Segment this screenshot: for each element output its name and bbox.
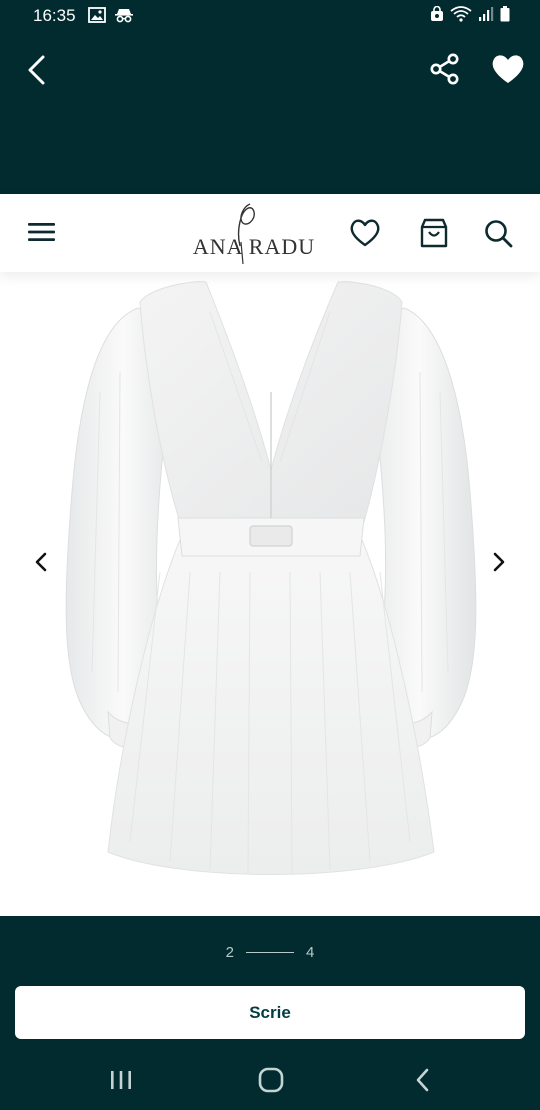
product-image — [65, 281, 477, 875]
status-left-icons — [88, 7, 134, 23]
back-button[interactable] — [20, 52, 56, 88]
pager-current: 2 — [225, 943, 234, 961]
system-nav-bar — [0, 1050, 540, 1110]
chevron-right-icon — [493, 552, 505, 572]
belt-buckle — [249, 525, 293, 547]
heart-outline-icon — [350, 219, 380, 247]
status-bar: 16:35 — [0, 0, 540, 34]
write-button[interactable]: Scrie — [15, 986, 525, 1039]
recent-apps-icon — [111, 1071, 131, 1089]
product-gallery[interactable] — [0, 272, 540, 916]
home-icon — [258, 1067, 284, 1093]
menu-icon — [28, 223, 55, 241]
chevron-left-icon — [35, 552, 47, 572]
pager-line — [246, 951, 294, 953]
home-button[interactable] — [256, 1066, 286, 1094]
share-icon — [430, 53, 459, 85]
site-header: ANA RADU — [0, 194, 540, 272]
logo-text: ANA RADU — [192, 234, 316, 259]
back-icon — [28, 55, 45, 85]
alarm-lock-icon — [431, 6, 443, 21]
wishlist-button[interactable] — [348, 216, 382, 250]
pager-total: 4 — [306, 943, 315, 961]
incognito-icon — [115, 9, 133, 23]
menu-button[interactable] — [28, 220, 56, 244]
heart-filled-icon — [492, 55, 524, 83]
recent-apps-button[interactable] — [106, 1066, 136, 1094]
nav-back-button[interactable] — [408, 1066, 438, 1094]
gallery-prev-button[interactable] — [30, 550, 54, 574]
signal-icon — [479, 7, 494, 21]
favorite-button[interactable] — [490, 52, 526, 86]
status-time: 16:35 — [33, 6, 76, 25]
gallery-next-button[interactable] — [486, 550, 510, 574]
cart-button[interactable] — [417, 216, 451, 250]
search-icon — [485, 220, 513, 248]
app-bar — [0, 34, 540, 194]
brand-logo[interactable]: ANA RADU — [188, 198, 320, 266]
status-right-icons — [430, 6, 510, 22]
search-button[interactable] — [481, 216, 515, 250]
battery-icon — [500, 6, 510, 22]
web-content: ANA RADU — [0, 194, 540, 916]
share-button[interactable] — [428, 52, 462, 86]
nav-back-icon — [416, 1068, 429, 1092]
image-notification-icon — [88, 7, 106, 23]
gallery-pager: 2 4 — [0, 940, 540, 964]
wifi-icon — [450, 6, 472, 22]
shopping-bag-icon — [420, 218, 448, 248]
